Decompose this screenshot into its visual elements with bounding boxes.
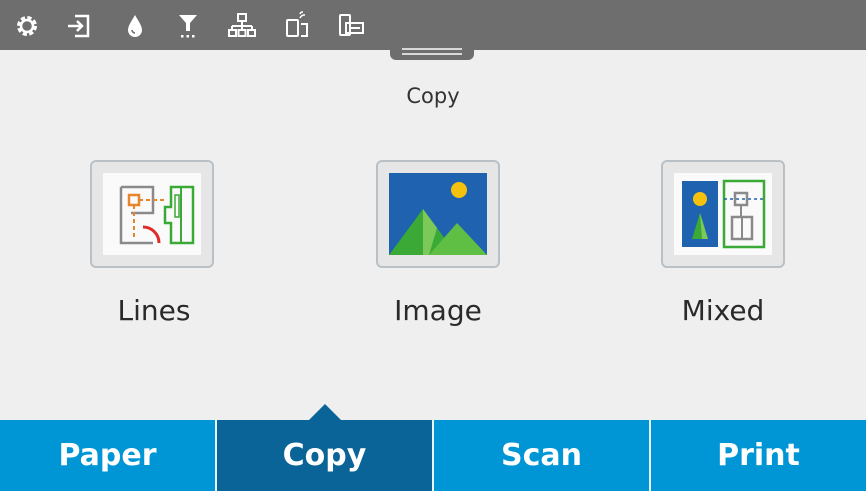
lines-mode-label: Lines [117, 294, 191, 327]
active-tab-pointer [309, 404, 341, 420]
lines-drawing-icon [119, 185, 195, 245]
page-title: Copy [406, 84, 460, 108]
mixed-content-icon [682, 179, 766, 249]
settings-icon[interactable] [11, 10, 43, 42]
tab-scan[interactable]: Scan [434, 420, 649, 491]
image-mode-button[interactable] [376, 160, 500, 268]
tab-print[interactable]: Print [651, 420, 866, 491]
wireless-direct-icon[interactable] [281, 10, 313, 42]
image-mode-label: Image [394, 294, 482, 327]
mixed-mode-button[interactable] [661, 160, 785, 268]
landscape-image-icon [389, 173, 487, 255]
device-connect-icon[interactable] [335, 10, 367, 42]
notification-pull-handle[interactable] [390, 44, 474, 60]
status-bar [0, 0, 866, 50]
bottom-tab-bar: Paper Copy Scan Print [0, 420, 866, 491]
lines-mode-button[interactable] [90, 160, 214, 268]
ink-drop-icon[interactable] [119, 10, 151, 42]
printhead-icon[interactable] [172, 10, 204, 42]
tab-paper[interactable]: Paper [0, 420, 215, 491]
sign-in-icon[interactable] [63, 10, 95, 42]
network-icon[interactable] [226, 10, 258, 42]
tab-copy[interactable]: Copy [217, 420, 432, 491]
mixed-mode-label: Mixed [681, 294, 765, 327]
